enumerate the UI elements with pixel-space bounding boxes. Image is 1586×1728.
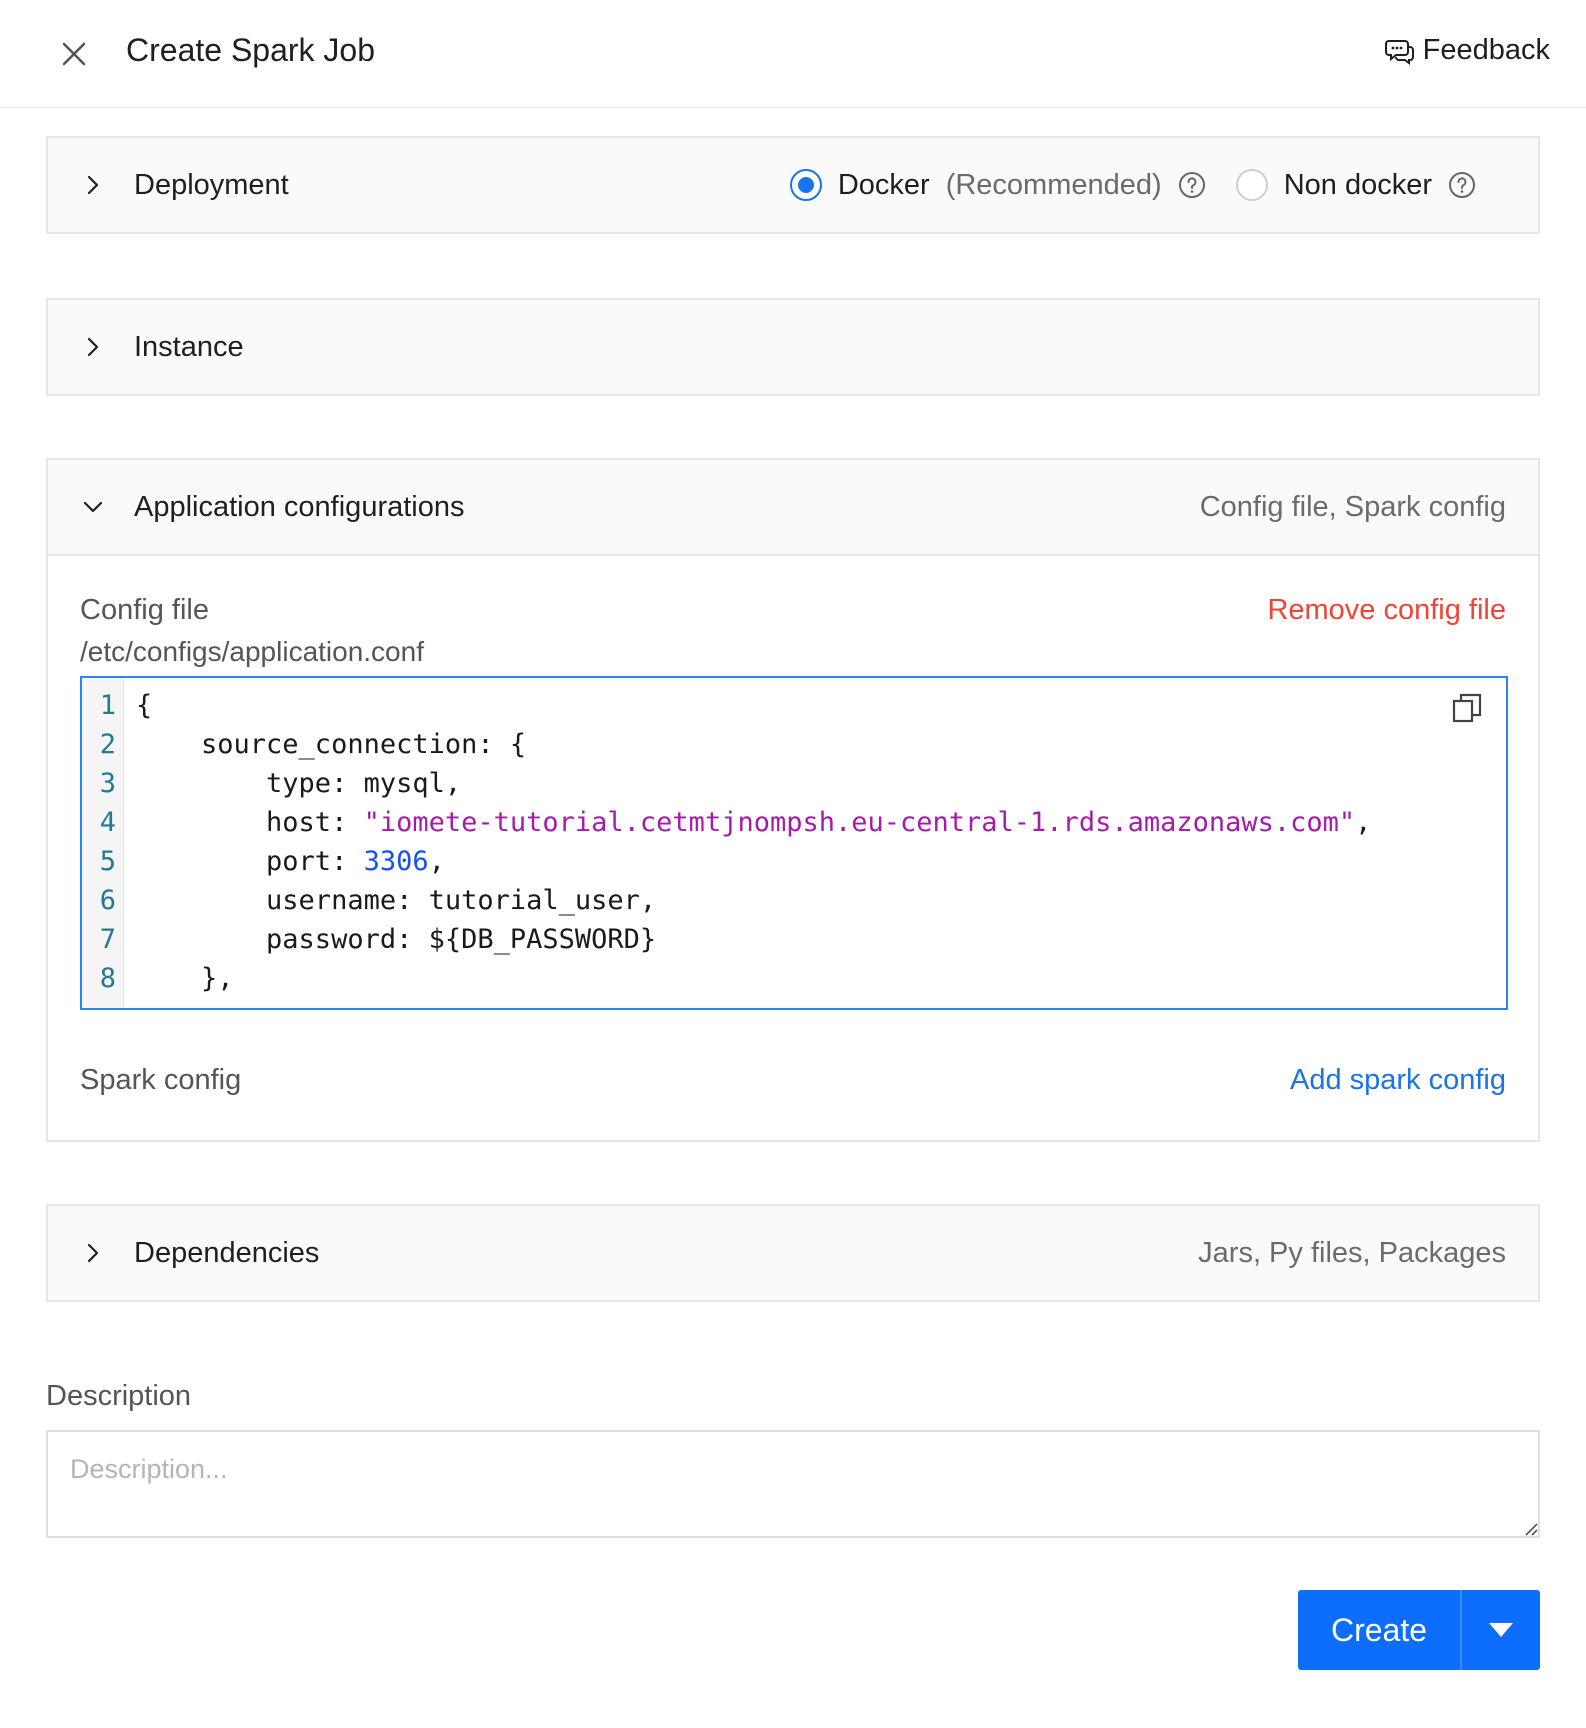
code-line: password: ${DB_PASSWORD} (136, 924, 657, 955)
dependencies-subtitle: Jars, Py files, Packages (1198, 1236, 1506, 1269)
config-code-editor[interactable]: 1 2 3 4 5 6 7 8 { source_connection: { t… (80, 676, 1508, 1010)
line-number: 5 (99, 846, 116, 877)
help-circle-icon[interactable] (1178, 171, 1206, 199)
description-label: Description (46, 1380, 192, 1412)
help-circle-icon[interactable] (1448, 171, 1476, 199)
line-number: 7 (99, 924, 116, 955)
close-icon[interactable] (56, 36, 92, 72)
dependencies-title: Dependencies (134, 1236, 320, 1269)
chevron-right-icon (82, 336, 104, 358)
code-line: { (136, 690, 153, 721)
copy-icon[interactable] (1452, 692, 1482, 724)
deployment-panel: Deployment Docker (Recommended) Non dock… (46, 136, 1540, 234)
code-string: "iomete-tutorial.cetmtjnompsh.eu-central… (363, 807, 1356, 838)
radio-non-docker-label: Non docker (1283, 168, 1432, 201)
radio-non-docker-indicator[interactable] (1235, 169, 1268, 201)
code-punct: , (1355, 807, 1372, 838)
line-number: 8 (99, 963, 116, 994)
line-number: 2 (99, 729, 116, 760)
create-button-group: Create (1298, 1590, 1540, 1670)
radio-docker[interactable]: Docker (Recommended) (789, 168, 1206, 202)
dependencies-panel: Dependencies Jars, Py files, Packages (46, 1204, 1540, 1302)
app-config-body: Config file Remove config file /etc/conf… (48, 554, 1538, 1140)
config-file-path: /etc/configs/application.conf (80, 636, 424, 667)
radio-docker-indicator[interactable] (789, 169, 822, 201)
caret-down-icon (1489, 1623, 1513, 1637)
app-config-title: Application configurations (134, 490, 465, 523)
code-line: source_connection: { (136, 729, 527, 760)
feedback-label: Feedback (1422, 34, 1550, 66)
radio-docker-label: Docker (837, 168, 930, 201)
code-punct: , (428, 846, 445, 877)
deployment-header[interactable]: Deployment Docker (Recommended) Non dock… (48, 138, 1538, 232)
config-file-label: Config file (80, 594, 209, 626)
line-number: 1 (99, 690, 116, 721)
line-number: 4 (99, 807, 116, 838)
spark-config-label: Spark config (80, 1064, 242, 1096)
resize-handle-icon[interactable] (1522, 1520, 1538, 1536)
app-config-subtitle: Config file, Spark config (1199, 490, 1506, 523)
code-line: username: tutorial_user, (136, 885, 657, 916)
code-line: host: "iomete-tutorial.cetmtjnompsh.eu-c… (136, 803, 1371, 842)
instance-panel: Instance (46, 298, 1540, 396)
code-line: type: mysql, (136, 768, 462, 799)
app-config-panel: Application configurations Config file, … (46, 458, 1540, 1142)
code-number: 3306 (363, 846, 429, 877)
line-number: 6 (99, 885, 116, 916)
page-title: Create Spark Job (126, 32, 376, 68)
header: Create Spark Job Feedback (0, 0, 1586, 108)
code-line: port: 3306, (136, 842, 445, 881)
dependencies-header[interactable]: Dependencies Jars, Py files, Packages (48, 1206, 1538, 1300)
deployment-title: Deployment (134, 168, 289, 201)
code-key: host: (136, 807, 364, 838)
remove-config-file-link[interactable]: Remove config file (1267, 594, 1506, 627)
deployment-radio-group: Docker (Recommended) Non docker (789, 138, 1476, 232)
create-options-dropdown[interactable] (1462, 1590, 1540, 1670)
feedback-button[interactable]: Feedback (1384, 34, 1550, 67)
chat-bubbles-icon (1384, 39, 1414, 65)
recommended-note: (Recommended) (945, 168, 1162, 201)
instance-title: Instance (134, 330, 244, 363)
app-config-header[interactable]: Application configurations Config file, … (48, 460, 1538, 554)
create-button[interactable]: Create (1298, 1590, 1462, 1670)
radio-non-docker[interactable]: Non docker (1235, 168, 1476, 202)
instance-header[interactable]: Instance (48, 300, 1538, 394)
line-number: 3 (99, 768, 116, 799)
code-line: }, (136, 963, 234, 994)
chevron-right-icon (82, 1242, 104, 1264)
line-number-gutter: 1 2 3 4 5 6 7 8 (82, 678, 124, 1008)
add-spark-config-link[interactable]: Add spark config (1290, 1064, 1506, 1097)
chevron-down-icon (82, 496, 104, 518)
code-key: port: (136, 846, 364, 877)
chevron-right-icon (82, 174, 104, 196)
description-textarea[interactable] (46, 1430, 1540, 1538)
